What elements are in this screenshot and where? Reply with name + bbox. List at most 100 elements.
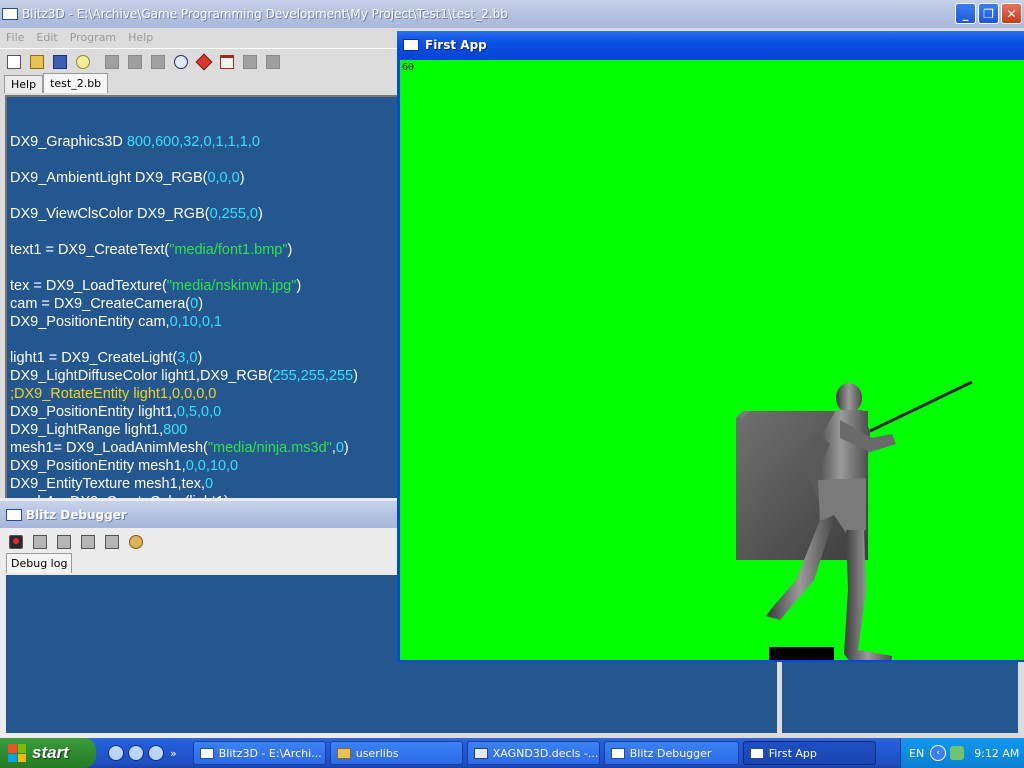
task-label: First App [768,746,817,760]
first-app-title-bar[interactable]: First App [397,31,1024,59]
tab-help[interactable]: Help [4,75,44,93]
system-tray: EN ‹ 9:12 AM [900,738,1024,768]
render-viewport[interactable]: 60 [400,60,1024,660]
new-file-button[interactable] [4,52,24,72]
code-line: cam = DX9_CreateCamera(0) [10,296,204,312]
app-icon [610,747,625,759]
quick-launch-more[interactable]: » [170,747,177,760]
run-button[interactable] [194,52,214,72]
background-panel-right [780,660,1018,733]
new-icon [7,54,21,69]
main-title-bar[interactable]: Blitz3D - E:\Archive\Game Programming De… [0,0,1024,28]
tab-debug-log[interactable]: Debug log [6,553,73,573]
end-icon [129,535,143,549]
close-button[interactable]: ✕ [1001,3,1022,24]
task-userlibs[interactable]: userlibs [329,741,463,765]
window-controls: _ ❐ ✕ [955,3,1022,24]
app-icon [749,747,764,759]
end-button[interactable] [126,532,146,552]
scene-render [736,380,973,660]
code-line: DX9_LightRange light1,800 [10,422,188,438]
code-line: DX9_LightDiffuseColor light1,DX9_RGB(255… [10,368,358,384]
step-out-icon [105,535,119,549]
taskbar: start » Blitz3D - E:\Archi... userlibs X… [0,738,1024,768]
step-into-icon [81,535,95,549]
debugger-title-bar[interactable]: Blitz Debugger [0,501,400,528]
app-icon [199,747,214,759]
start-button[interactable]: start [0,738,96,768]
stop-button[interactable] [6,532,26,552]
folder-icon [336,747,351,759]
home-button[interactable] [217,52,237,72]
debugger-toolbar [6,532,146,552]
background-panel [400,660,777,733]
floor-shadow [769,647,834,660]
open-file-button[interactable] [27,52,47,72]
media-player-icon[interactable] [148,745,164,761]
copy-button[interactable] [125,52,145,72]
debug-log-area[interactable] [6,575,400,733]
minimize-button[interactable]: _ [955,3,976,24]
save-icon [53,54,67,69]
task-label: Blitz Debugger [629,746,712,760]
find-icon [174,54,188,69]
messenger-icon[interactable] [128,745,144,761]
cut-icon [105,54,119,69]
editor-toolbar [0,48,400,74]
code-line: tex = DX9_LoadTexture("media/nskinwh.jpg… [10,278,302,294]
debugger-title: Blitz Debugger [26,507,127,522]
menu-edit[interactable]: Edit [30,31,63,44]
step-over-button[interactable] [54,532,74,552]
task-xagnd3d-decls[interactable]: XAGND3D.decls -... [466,741,600,765]
step-over-icon [57,535,71,549]
task-label: XAGND3D.decls -... [492,746,599,760]
save-file-button[interactable] [50,52,70,72]
editor-tabs: Help test_2.bb [4,73,109,93]
tab-test-2-bb[interactable]: test_2.bb [43,73,109,93]
start-label: start [32,743,69,762]
menu-bar: File Edit Program Help [0,28,400,46]
run-icon [195,53,213,70]
task-label: Blitz3D - E:\Archi... [218,746,322,760]
task-blitz-debugger[interactable]: Blitz Debugger [603,741,739,765]
find-button[interactable] [171,52,191,72]
network-icon[interactable] [950,746,965,760]
document-icon [473,747,488,759]
stop-icon [9,535,23,549]
browser-icon[interactable] [108,745,124,761]
menu-help[interactable]: Help [122,31,159,44]
quick-launch: » [108,745,177,761]
step-button[interactable] [30,532,50,552]
back-button[interactable] [240,52,260,72]
main-window-title: Blitz3D - E:\Archive\Game Programming De… [22,7,508,21]
clock[interactable]: 9:12 AM [974,747,1019,760]
task-first-app[interactable]: First App [742,741,876,765]
forward-button[interactable] [263,52,283,72]
language-indicator[interactable]: EN [909,747,924,760]
code-line: DX9_ViewClsColor DX9_RGB(0,255,0) [10,206,263,222]
windows-flag-icon [8,744,26,762]
help-bulb-button[interactable] [73,52,93,72]
code-line: DX9_PositionEntity cam,0,10,0,1 [10,314,222,330]
task-blitz3d[interactable]: Blitz3D - E:\Archi... [192,741,326,765]
step-into-button[interactable] [78,532,98,552]
menu-file[interactable]: File [0,31,30,44]
code-editor[interactable]: DX9_Graphics3D 800,600,32,0,1,1,1,0 DX9_A… [5,95,400,500]
code-text: DX9_Graphics3D 800,600,32,0,1,1,1,0 DX9_A… [10,115,358,498]
first-app-title: First App [425,38,487,52]
paste-button[interactable] [148,52,168,72]
code-line: text1 = DX9_CreateText("media/font1.bmp"… [10,242,293,258]
cut-button[interactable] [102,52,122,72]
open-icon [30,54,44,69]
window-icon [2,8,18,20]
task-label: userlibs [355,746,399,760]
window-icon [6,508,22,521]
menu-program[interactable]: Program [64,31,122,44]
maximize-button[interactable]: ❐ [978,3,999,24]
back-icon [243,54,257,69]
step-out-button[interactable] [102,532,122,552]
show-hidden-icons-icon[interactable]: ‹ [930,745,947,761]
